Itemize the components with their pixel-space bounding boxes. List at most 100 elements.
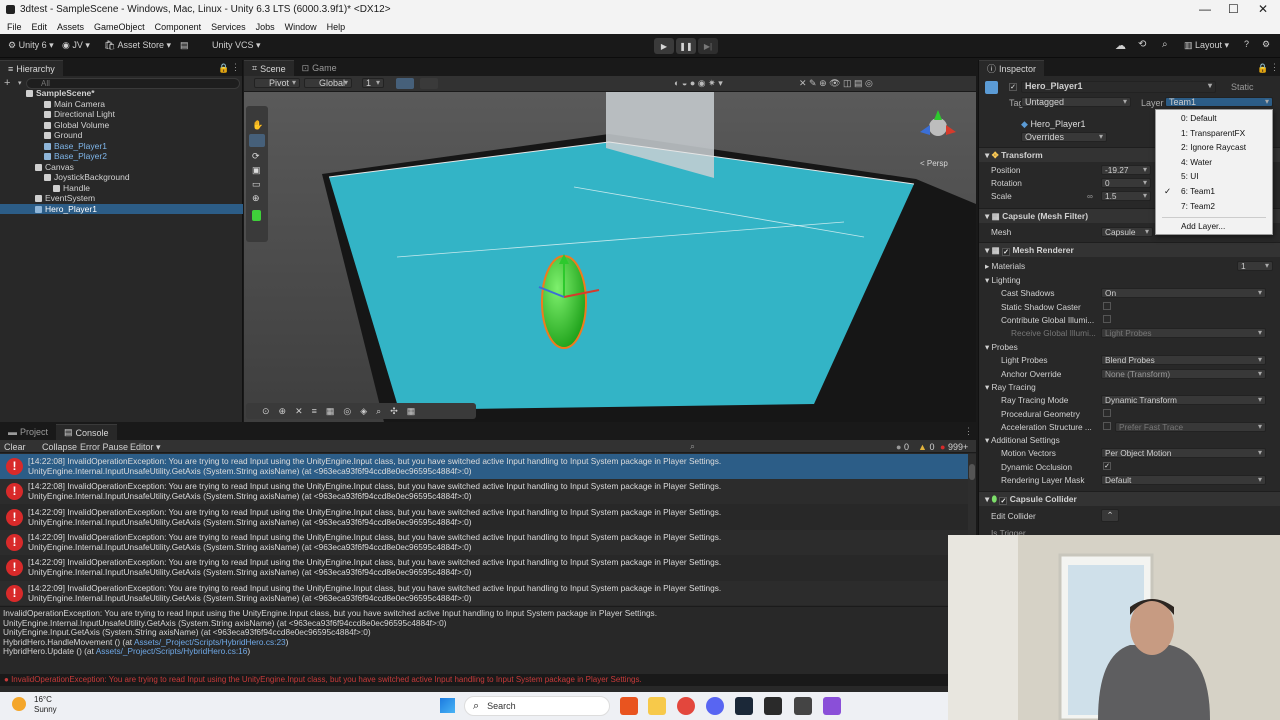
error-count[interactable]: ● 999+ — [940, 442, 968, 452]
grid-snap-field[interactable]: 1 — [362, 78, 384, 88]
asset-store-button[interactable]: 🛍 Asset Store ▾ — [104, 40, 171, 51]
dropdown-arrow-icon[interactable]: ▾ — [18, 79, 26, 87]
console-scroll-thumb[interactable] — [969, 464, 975, 480]
clear-button[interactable]: Clear — [4, 442, 26, 452]
console-entry[interactable]: ! [14:22:09] InvalidOperationException: Y… — [0, 580, 968, 605]
discord-icon[interactable] — [706, 697, 724, 715]
hierarchy-item[interactable]: Base_Player2 — [0, 151, 243, 162]
maximize-button[interactable]: ☐ — [1228, 2, 1239, 16]
scale-x-field[interactable]: 1.5 — [1101, 191, 1151, 201]
dyn-occ-checkbox[interactable]: ✓ — [1103, 462, 1111, 470]
status-bar[interactable]: ● InvalidOperationException: You are try… — [0, 674, 976, 686]
position-x-field[interactable]: -19.27 — [1101, 165, 1151, 175]
hierarchy-item[interactable]: Ground — [0, 130, 243, 141]
light-probes-dropdown[interactable]: Blend Probes — [1101, 355, 1266, 365]
inspector-lock-icon[interactable]: 🔒 — [1257, 63, 1268, 74]
minimize-button[interactable]: — — [1199, 2, 1211, 16]
accel-checkbox[interactable] — [1103, 422, 1111, 430]
detail-line-5-link[interactable]: Assets/_Project/Scripts/HybridHero.cs:16 — [96, 646, 248, 657]
custom-tool-icon[interactable] — [252, 210, 261, 221]
play-button[interactable]: ▶ — [654, 38, 674, 54]
hierarchy-item[interactable]: Base_Player1 — [0, 141, 243, 152]
steam-icon[interactable] — [735, 697, 753, 715]
proc-geo-checkbox[interactable] — [1103, 409, 1111, 417]
layer-menu-item[interactable]: 2: Ignore Raycast — [1181, 142, 1246, 152]
inspector-menu-icon[interactable]: ⋮ — [1270, 62, 1279, 73]
scale-tool-icon[interactable]: ▣ — [252, 165, 261, 176]
kebab-menu-icon[interactable]: ⋮ — [231, 62, 240, 73]
menu-help[interactable]: Help — [327, 22, 346, 32]
anchor-field[interactable]: None (Transform) — [1101, 369, 1266, 379]
file-explorer-icon[interactable] — [648, 697, 666, 715]
link-icon[interactable]: ∞ — [1087, 191, 1093, 201]
active-checkbox[interactable]: ✓ — [1009, 83, 1017, 91]
scene-bottom-toolbar[interactable]: ⊙⊕✕≡▦◎◈⌕✣▦ — [246, 403, 476, 419]
menu-gameobject[interactable]: GameObject — [94, 22, 145, 32]
step-button[interactable]: ▶| — [698, 38, 718, 54]
layer-menu-item[interactable]: 4: Water — [1181, 157, 1212, 167]
mesh-field[interactable]: Capsule — [1101, 227, 1153, 237]
rect-tool-icon[interactable]: ▭ — [252, 179, 261, 190]
settings-icon[interactable]: ⚙ — [1262, 39, 1270, 50]
cloud-icon[interactable]: ☁ — [1115, 39, 1126, 52]
pivot-dropdown[interactable]: Pivot — [254, 78, 300, 88]
hierarchy-item[interactable]: Directional Light — [0, 109, 243, 120]
layer-menu-item[interactable]: 1: TransparentFX — [1181, 128, 1245, 138]
mesh-renderer-header[interactable]: ▾ ▦ ✓ Mesh Renderer — [979, 242, 1280, 257]
weather-temp[interactable]: 16°C — [34, 695, 52, 704]
console-search-icon[interactable]: ⌕ — [690, 441, 695, 452]
menu-file[interactable]: File — [7, 22, 22, 32]
epic-games-icon[interactable] — [764, 697, 782, 715]
tag-dropdown[interactable]: Untagged — [1021, 97, 1131, 107]
history-icon[interactable]: ⟲ — [1138, 39, 1146, 50]
package-icon[interactable]: ▤ — [180, 40, 189, 51]
console-entry[interactable]: ! [14:22:09] InvalidOperationException: Y… — [0, 529, 968, 555]
motion-dropdown[interactable]: Per Object Motion — [1101, 448, 1266, 458]
materials-count-field[interactable]: 1 — [1237, 261, 1273, 271]
account-button[interactable]: ⚙ Unity 6 ▾ — [8, 40, 54, 51]
unity-hub-icon[interactable] — [794, 697, 812, 715]
snap-toggle-icon[interactable] — [420, 78, 438, 89]
console-entry[interactable]: ! [14:22:08] InvalidOperationException: Y… — [0, 454, 968, 479]
layer-menu-item[interactable]: 7: Team2 — [1181, 201, 1215, 211]
cast-shadows-dropdown[interactable]: On — [1101, 288, 1266, 298]
layer-menu-item[interactable]: 0: Default — [1181, 113, 1217, 123]
edit-collider-button[interactable]: ⌃ — [1101, 509, 1119, 522]
layer-dropdown[interactable]: Team1 — [1165, 97, 1273, 107]
grid-toggle-icon[interactable] — [396, 78, 414, 89]
layout-dropdown[interactable]: ▥ Layout ▾ — [1184, 40, 1229, 51]
hand-tool-icon[interactable]: ✋ — [252, 120, 263, 131]
search-icon[interactable]: ⌕ — [1162, 39, 1168, 50]
transform-tool-icon[interactable]: ⊕ — [252, 193, 260, 204]
tab-console[interactable]: ▤ Console — [56, 424, 117, 440]
move-tool-icon[interactable] — [249, 134, 265, 147]
help-icon[interactable]: ? — [1244, 39, 1249, 49]
rotation-x-field[interactable]: 0 — [1101, 178, 1151, 188]
layer-menu-item[interactable]: 5: UI — [1181, 171, 1199, 181]
menu-assets[interactable]: Assets — [57, 22, 84, 32]
brave-browser-icon[interactable] — [620, 697, 638, 715]
tab-game[interactable]: ⊡ Game — [294, 60, 345, 76]
layer-menu-item[interactable]: 6: Team1 — [1181, 186, 1215, 196]
error-pause-button[interactable]: Error Pause — [80, 442, 128, 452]
hierarchy-item[interactable]: JoystickBackground — [0, 172, 243, 183]
tab-project[interactable]: ▬ Project — [0, 424, 56, 440]
hierarchy-item[interactable]: EventSystem — [0, 193, 243, 204]
collider-checkbox[interactable]: ✓ — [999, 497, 1008, 505]
global-dropdown[interactable]: Global — [304, 78, 352, 88]
prefab-name[interactable]: ◆ Hero_Player1 — [1021, 119, 1085, 130]
hierarchy-item[interactable]: Hero_Player1 — [0, 203, 243, 214]
hierarchy-search-input[interactable] — [26, 77, 240, 89]
hierarchy-item[interactable]: Global Volume — [0, 120, 243, 131]
user-button[interactable]: ◉ JV ▾ — [62, 40, 90, 51]
mesh-renderer-checkbox[interactable]: ✓ — [1002, 248, 1011, 256]
console-entry[interactable]: ! [14:22:09] InvalidOperationException: Y… — [0, 555, 968, 580]
menu-edit[interactable]: Edit — [32, 22, 48, 32]
menu-window[interactable]: Window — [285, 22, 317, 32]
detail-line-4-link[interactable]: Assets/_Project/Scripts/HybridHero.cs:23 — [134, 637, 286, 647]
editor-dropdown[interactable]: Editor ▾ — [130, 442, 161, 453]
console-entry[interactable]: ! [14:22:08] InvalidOperationException: Y… — [0, 479, 968, 505]
visual-studio-icon[interactable] — [823, 697, 841, 715]
overrides-dropdown[interactable]: Overrides — [1021, 132, 1107, 142]
scene-viewport[interactable]: < Persp ✋ ⟳ ▣ ▭ ⊕ ⊙⊕✕≡▦◎◈⌕✣▦ — [244, 92, 976, 422]
